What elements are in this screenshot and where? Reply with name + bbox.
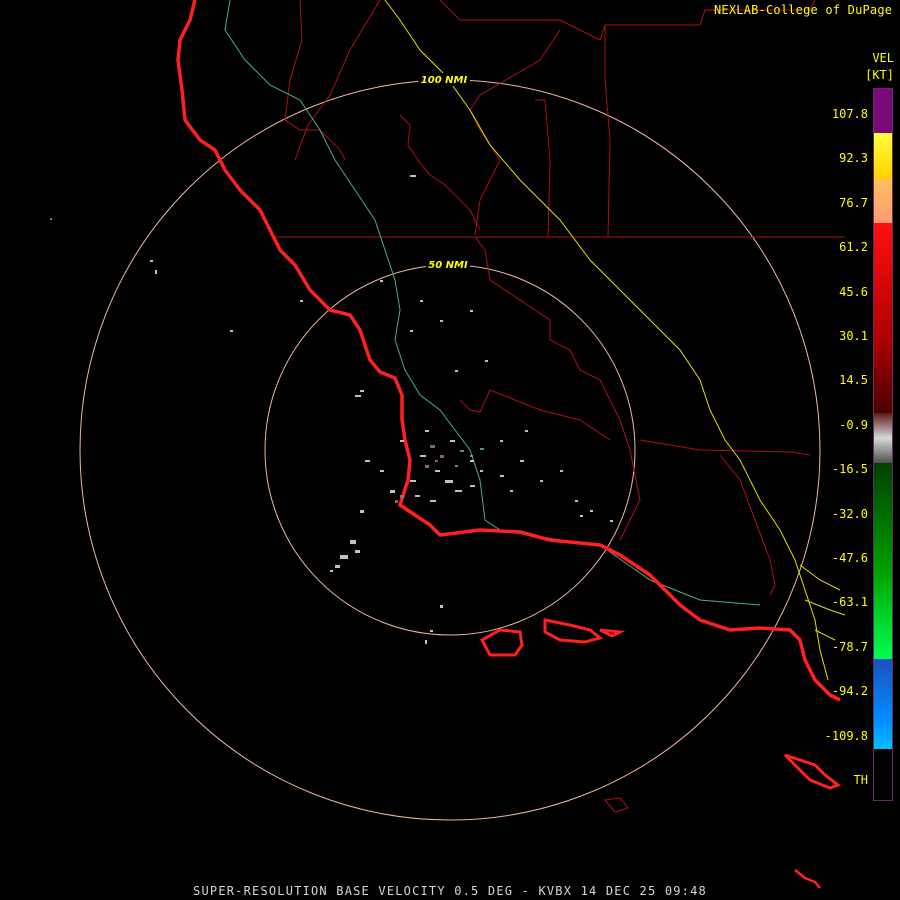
- legend-seg-gray: [874, 413, 892, 463]
- legend-tick-label: 14.5: [839, 373, 868, 388]
- legend-tick-label: 45.6: [839, 284, 868, 299]
- legend-tick-label: 61.2: [839, 240, 868, 255]
- legend-tick-label: -32.0: [831, 506, 868, 521]
- legend-seg-red: [874, 223, 892, 413]
- highway-line-green: [224, 0, 761, 606]
- county-borders: [275, 0, 845, 596]
- legend-tick-label: -0.9: [839, 417, 868, 432]
- legend-tick-label: -16.5: [831, 462, 868, 477]
- legend-units: [KT]: [865, 68, 894, 82]
- legend-tick-label: -78.7: [831, 639, 868, 654]
- credit-label: NEXLAB-College of DuPage: [714, 3, 900, 17]
- color-legend-bar: [873, 88, 893, 801]
- radar-returns: [50, 175, 613, 644]
- coastline: [176, 0, 841, 702]
- legend-seg-blue: [874, 659, 892, 749]
- legend-header: VEL [KT]: [865, 52, 894, 81]
- legend-seg-green: [874, 463, 892, 659]
- ring-label-100: 100 NMI: [421, 75, 468, 86]
- legend-tick-label: 107.8: [831, 107, 868, 121]
- legend-seg-yellow: [874, 133, 892, 179]
- legend-tick-label: 30.1: [839, 329, 868, 343]
- legend-tick-label: TH: [853, 773, 868, 787]
- legend-seg-orange: [874, 179, 892, 223]
- credit-text: NEXLAB-College of DuPage: [714, 3, 893, 17]
- range-ring-50nmi: [264, 264, 636, 636]
- legend-seg-purple: [874, 89, 892, 133]
- legend-tick-label: 92.3: [839, 151, 868, 166]
- product-footer: SUPER-RESOLUTION BASE VELOCITY 0.5 DEG -…: [193, 884, 707, 898]
- radar-map: 100 NMI 50 NMI: [50, 0, 846, 889]
- island-outline-small: [604, 797, 629, 813]
- channel-islands: [479, 618, 842, 790]
- legend-tick-label: -63.1: [831, 595, 868, 610]
- legend-tick-label: -94.2: [831, 684, 868, 699]
- legend-tick-label: -47.6: [831, 551, 868, 565]
- legend-product: VEL: [872, 51, 894, 65]
- legend-seg-th: [874, 749, 892, 800]
- legend-tick-label: -109.8: [824, 728, 868, 743]
- ring-label-50: 50 NMI: [428, 260, 468, 271]
- legend-tick-label: 76.7: [839, 195, 868, 210]
